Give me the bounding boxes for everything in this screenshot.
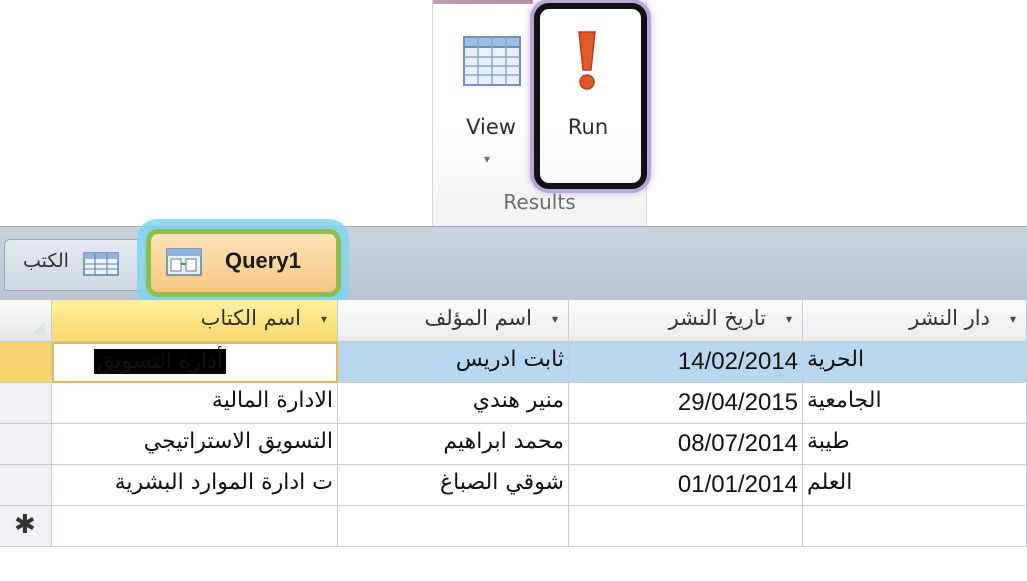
column-header-label: اسم المؤلف (424, 306, 532, 330)
table-cell-author[interactable]: منير هندي (338, 383, 569, 424)
cell-text: 01/01/2014 (677, 471, 798, 498)
datasheet-view-icon (463, 36, 521, 86)
table-cell-publish-date[interactable]: 14/02/2014 (569, 342, 803, 383)
cell-text: الجامعية (807, 388, 882, 413)
row-selector[interactable] (0, 383, 52, 424)
cell-text: 29/04/2015 (677, 389, 798, 416)
table-cell-publish-date[interactable]: 01/01/2014 (569, 465, 803, 506)
row-selector[interactable] (0, 424, 52, 465)
table-cell-book-title[interactable]: الادارة المالية (52, 383, 338, 424)
cell-text: طيبة (807, 429, 850, 454)
row-selector[interactable] (0, 465, 52, 506)
new-record-cell[interactable] (338, 506, 569, 547)
cell-text: أدارة التسويق (93, 349, 226, 374)
column-filter-arrow-icon[interactable]: ▾ (1010, 312, 1016, 326)
cell-text: الحرية (807, 347, 865, 372)
column-filter-arrow-icon[interactable]: ▾ (786, 312, 792, 326)
cell-text: 08/07/2014 (677, 430, 798, 457)
cell-text: الادارة المالية (211, 388, 333, 413)
query-datasheet: اسم الكتاب ▾ اسم المؤلف ▾ تاريخ النشر ▾ … (0, 300, 1027, 581)
column-header-label: دار النشر (909, 306, 990, 330)
column-header-publisher[interactable]: دار النشر ▾ (803, 300, 1027, 342)
table-cell-author[interactable]: شوقي الصباغ (338, 465, 569, 506)
new-record-selector[interactable]: ✱ (0, 506, 52, 547)
table-cell-publisher[interactable]: طيبة (803, 424, 1027, 465)
view-button-label: View (466, 115, 516, 139)
table-cell-author[interactable]: محمد ابراهيم (338, 424, 569, 465)
tab-query1-label: Query1 (225, 248, 301, 273)
table-cell-publish-date[interactable]: 08/07/2014 (569, 424, 803, 465)
table-cell-publisher[interactable]: العلم (803, 465, 1027, 506)
column-filter-arrow-icon[interactable]: ▾ (552, 312, 558, 326)
corner-triangle-icon (31, 321, 45, 335)
run-button[interactable]: Run (534, 0, 642, 186)
table-cell-book-title[interactable]: ت ادارة الموارد البشرية (52, 465, 338, 506)
column-filter-arrow-icon[interactable]: ▾ (321, 312, 327, 326)
table-icon (83, 252, 119, 276)
exclamation-run-icon (578, 31, 596, 90)
table-cell-publisher[interactable]: الحرية (803, 342, 1027, 383)
table-cell-publisher[interactable]: الجامعية (803, 383, 1027, 424)
results-ribbon-group: View ▾ Run Results (432, 0, 647, 226)
cell-text: 14/02/2014 (677, 348, 798, 375)
new-record-cell[interactable] (569, 506, 803, 547)
view-dropdown-arrow[interactable]: ▾ (484, 152, 490, 166)
new-record-cell[interactable] (52, 506, 338, 547)
tab-books-label: الكتب (23, 250, 69, 272)
select-all-corner[interactable] (0, 300, 52, 342)
cell-text: العلم (807, 470, 853, 495)
run-button-label: Run (567, 115, 609, 139)
table-cell-book-title[interactable]: أدارة التسويق (52, 342, 338, 383)
row-selector[interactable] (0, 342, 52, 383)
tab-books-table[interactable]: الكتب (4, 239, 146, 291)
new-record-asterisk-icon: ✱ (14, 510, 36, 540)
column-header-author[interactable]: اسم المؤلف ▾ (338, 300, 569, 342)
document-tab-strip: الكتب Query1 (0, 219, 1027, 309)
cell-text: محمد ابراهيم (443, 429, 564, 454)
column-header-publish-date[interactable]: تاريخ النشر ▾ (569, 300, 803, 342)
column-header-label: تاريخ النشر (668, 306, 766, 330)
cell-text: التسويق الاستراتيجي (143, 429, 333, 454)
new-record-cell[interactable] (803, 506, 1027, 547)
cell-text: منير هندي (472, 388, 564, 413)
cell-text: ت ادارة الموارد البشرية (114, 470, 333, 495)
table-cell-author[interactable]: ثابت ادريس (338, 342, 569, 383)
table-cell-publish-date[interactable]: 29/04/2015 (569, 383, 803, 424)
column-header-label: اسم الكتاب (200, 306, 301, 330)
cell-text: ثابت ادريس (455, 347, 564, 372)
table-cell-book-title[interactable]: التسويق الاستراتيجي (52, 424, 338, 465)
ribbon-group-label: Results (503, 190, 576, 214)
tab-query1[interactable]: Query1 (146, 229, 341, 297)
cell-text: شوقي الصباغ (439, 470, 564, 495)
column-header-book-title[interactable]: اسم الكتاب ▾ (52, 300, 338, 342)
query-icon (166, 248, 202, 276)
view-button[interactable]: View ▾ (451, 0, 531, 190)
